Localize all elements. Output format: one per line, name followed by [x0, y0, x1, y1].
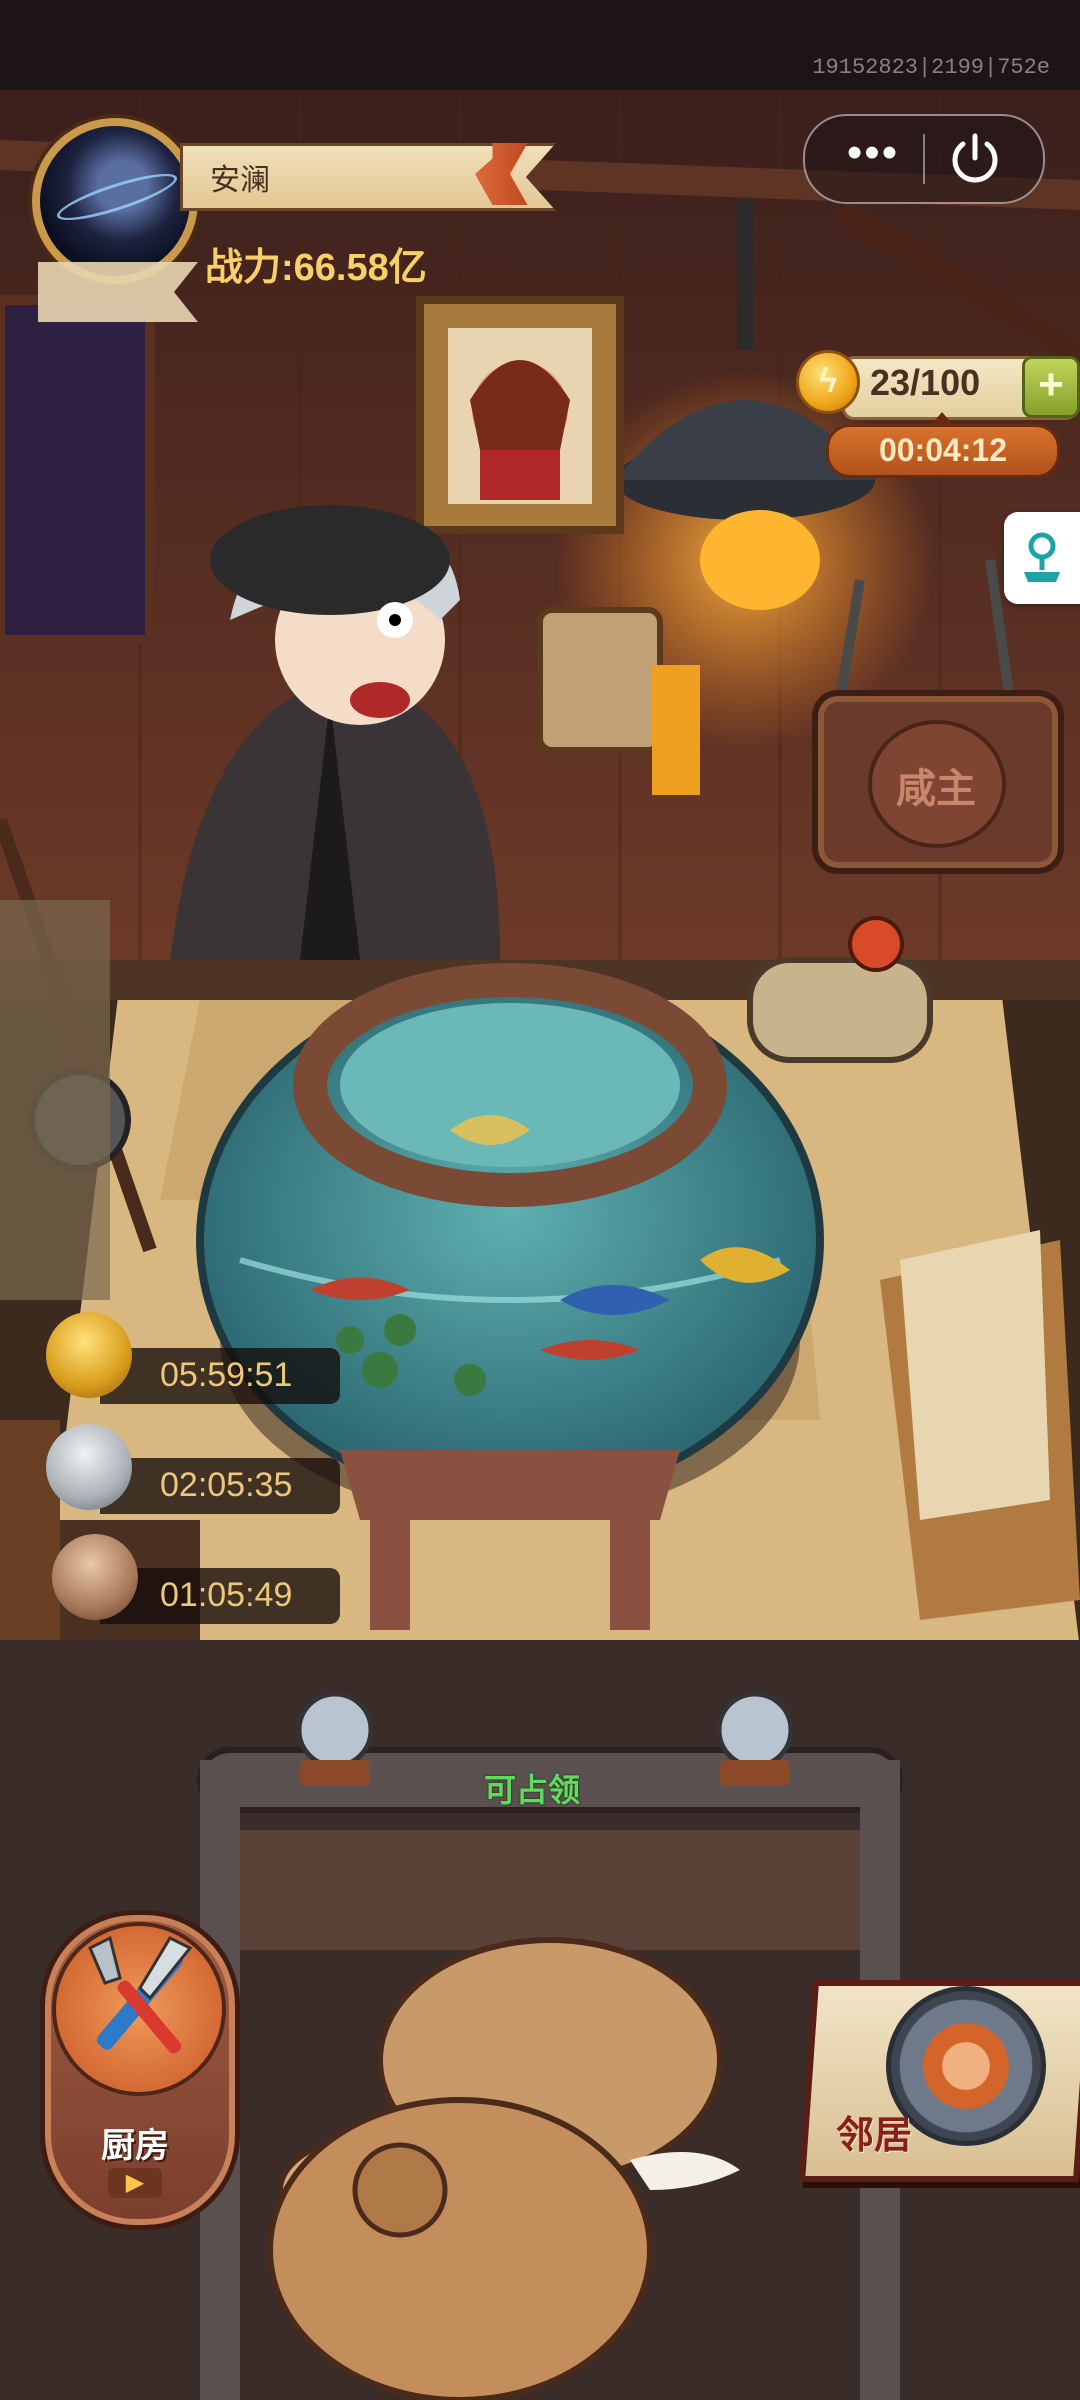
clay-pot-icon [52, 1534, 138, 1620]
joystick-icon [1024, 532, 1060, 582]
silver-pot-icon [46, 1424, 132, 1510]
player-name: 安澜 [210, 164, 270, 197]
pot-timer-text: 01:05:49 [160, 1576, 293, 1614]
energy-refill-timer: 00:04:12 [826, 424, 1060, 478]
spatula-knife-icon [88, 1935, 193, 2054]
golden-pot-icon [46, 1312, 132, 1398]
pot-timer-row[interactable]: 05:59:51 [100, 1348, 340, 1404]
neighbor-label: 邻居 [836, 2115, 913, 2157]
build-id-text: 19152823|2199|752e [812, 55, 1050, 80]
player-avatar[interactable] [32, 118, 198, 284]
shop-sign-label: 咸主 [896, 767, 976, 811]
add-energy-button[interactable]: + [1022, 356, 1080, 418]
more-dots-icon[interactable]: ••• [833, 131, 913, 182]
side-tab-button[interactable] [1004, 512, 1080, 604]
lightning-coin-icon: ϟ [796, 350, 860, 414]
claimable-status[interactable]: 可占领 [484, 1765, 580, 1811]
pot-timer-text: 02:05:35 [160, 1466, 293, 1504]
energy-value: 23/100 [870, 362, 981, 403]
capsule-divider [923, 134, 925, 184]
power-icon[interactable] [945, 128, 1005, 188]
plus-icon: + [1038, 360, 1064, 409]
pot-timer-row[interactable]: 02:05:35 [100, 1458, 340, 1514]
pot-timer-text: 05:59:51 [160, 1356, 293, 1394]
mini-program-capsule: ••• [803, 114, 1045, 204]
combat-power: 战力:66.58亿 [205, 247, 427, 289]
power-ribbon [38, 262, 198, 322]
kitchen-label: 厨房 [101, 2127, 169, 2165]
play-arrow-icon: ▶ [108, 2168, 162, 2198]
